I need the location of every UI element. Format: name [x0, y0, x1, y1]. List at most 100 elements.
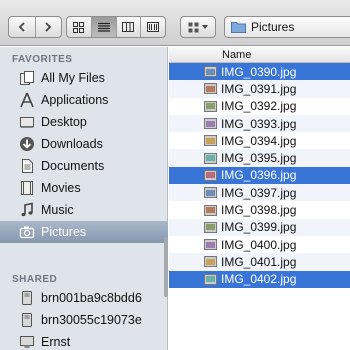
file-name: IMG_0395.jpg: [221, 151, 297, 166]
sidebar-scrollbar[interactable]: [164, 237, 168, 297]
file-name: IMG_0396.jpg: [221, 168, 297, 183]
image-file-icon: [204, 66, 217, 78]
sidebar-item-shared-brn30055c19073e[interactable]: brn30055c19073e: [0, 309, 168, 331]
all-files-icon: [18, 70, 35, 87]
sidebar-item-shared-brn001ba9c8bdd6[interactable]: brn001ba9c8bdd6: [0, 287, 168, 309]
shared-heading: SHARED: [12, 274, 58, 285]
sidebar-item-label: Music: [41, 203, 74, 217]
file-row[interactable]: IMG_0394.jpg: [169, 132, 350, 149]
file-list: Name IMG_0390.jpg IMG_0391.jpg IMG_0392.jp…: [169, 47, 350, 350]
icon-view-button[interactable]: [67, 17, 92, 37]
sidebar-item-label: Desktop: [41, 115, 87, 129]
sidebar-item-documents[interactable]: Documents: [0, 155, 168, 177]
chevron-right-icon: [45, 22, 52, 32]
image-file-icon: [204, 135, 217, 147]
applications-icon: [18, 92, 35, 109]
image-file-icon: [204, 204, 217, 216]
list-view-icon: [97, 22, 110, 32]
sidebar-item-label: Pictures: [41, 225, 87, 239]
downloads-icon: [18, 136, 35, 153]
file-row[interactable]: IMG_0393.jpg: [169, 114, 350, 133]
image-file-icon: [204, 256, 217, 268]
desktop-icon: [18, 114, 35, 131]
file-row[interactable]: IMG_0390.jpg: [169, 63, 350, 81]
file-name: IMG_0393.jpg: [221, 116, 297, 131]
network-computer-icon: [18, 334, 35, 350]
view-switcher: [66, 16, 166, 38]
file-row[interactable]: IMG_0401.jpg: [169, 253, 350, 271]
sidebar-item-music[interactable]: Music: [0, 199, 168, 221]
column-view-icon: [122, 22, 135, 32]
file-row[interactable]: IMG_0396.jpg: [169, 166, 350, 185]
sidebar-item-label: Movies: [41, 181, 81, 195]
coverflow-view-button[interactable]: [141, 17, 165, 37]
sidebar-item-all-my-files[interactable]: All My Files: [0, 67, 168, 89]
sidebar-item-label: Applications: [41, 93, 109, 107]
chevron-left-icon: [18, 22, 25, 32]
file-name: IMG_0398.jpg: [221, 203, 297, 218]
file-row[interactable]: IMG_0400.jpg: [169, 236, 350, 253]
back-button[interactable]: [9, 17, 36, 37]
file-name: IMG_0400.jpg: [221, 237, 297, 252]
file-row[interactable]: IMG_0402.jpg: [169, 270, 350, 288]
documents-icon: [18, 158, 35, 175]
column-header-name[interactable]: Name: [169, 47, 350, 63]
file-name: IMG_0394.jpg: [221, 133, 297, 148]
sidebar-item-label: Downloads: [41, 137, 103, 151]
file-row[interactable]: IMG_0398.jpg: [169, 201, 350, 218]
file-name: IMG_0399.jpg: [221, 220, 297, 235]
file-name: IMG_0391.jpg: [221, 81, 297, 96]
image-file-icon: [204, 239, 217, 251]
sidebar-item-label: Documents: [41, 159, 105, 173]
chevron-down-icon: [202, 25, 208, 29]
file-name: IMG_0397.jpg: [221, 185, 297, 200]
file-name: IMG_0392.jpg: [221, 99, 297, 114]
file-row[interactable]: IMG_0395.jpg: [169, 149, 350, 167]
sidebar-item-shared-ernst[interactable]: Ernst: [0, 331, 168, 350]
file-row[interactable]: IMG_0397.jpg: [169, 184, 350, 202]
image-file-icon: [204, 118, 217, 130]
list-view-button[interactable]: [91, 17, 117, 37]
network-computer-icon: [18, 290, 35, 307]
image-file-icon: [204, 221, 217, 233]
sidebar: FAVORITES All My Files Applications Desk…: [0, 47, 168, 350]
network-computer-icon: [18, 312, 35, 329]
image-file-icon: [204, 273, 217, 285]
icon-view-icon: [73, 21, 85, 33]
image-file-icon: [204, 83, 217, 95]
toolbar: Pictures: [0, 0, 350, 46]
sidebar-item-movies[interactable]: Movies: [0, 177, 168, 199]
file-name: IMG_0401.jpg: [221, 254, 297, 269]
file-name: IMG_0402.jpg: [221, 272, 297, 287]
image-file-icon: [204, 169, 217, 181]
file-name: IMG_0390.jpg: [221, 64, 297, 79]
movies-icon: [18, 180, 35, 197]
sidebar-item-label: brn30055c19073e: [41, 313, 142, 327]
image-file-icon: [204, 100, 217, 112]
image-file-icon: [204, 152, 217, 164]
arrange-grid-icon: [188, 22, 199, 32]
sidebar-item-label: All My Files: [41, 71, 105, 85]
file-row[interactable]: IMG_0391.jpg: [169, 80, 350, 98]
sidebar-item-applications[interactable]: Applications: [0, 89, 168, 111]
coverflow-view-icon: [147, 22, 160, 32]
camera-icon: [18, 224, 35, 241]
path-popup[interactable]: Pictures: [224, 16, 350, 38]
image-file-icon: [204, 187, 217, 199]
file-row[interactable]: IMG_0399.jpg: [169, 218, 350, 236]
folder-icon: [231, 22, 246, 33]
file-row[interactable]: IMG_0392.jpg: [169, 98, 350, 115]
path-label: Pictures: [251, 20, 295, 34]
music-icon: [18, 202, 35, 219]
column-view-button[interactable]: [117, 17, 142, 37]
file-rows: IMG_0390.jpg IMG_0391.jpg IMG_0392.jpg IMG_…: [169, 63, 350, 288]
forward-button[interactable]: [36, 17, 62, 37]
sidebar-item-downloads[interactable]: Downloads: [0, 133, 168, 155]
arrange-button[interactable]: [180, 16, 216, 38]
nav-buttons: [8, 16, 62, 38]
sidebar-item-pictures[interactable]: Pictures: [0, 221, 168, 243]
favorites-heading: FAVORITES: [12, 54, 73, 65]
sidebar-item-desktop[interactable]: Desktop: [0, 111, 168, 133]
sidebar-item-label: Ernst: [41, 335, 71, 349]
sidebar-item-label: brn001ba9c8bdd6: [41, 291, 142, 305]
